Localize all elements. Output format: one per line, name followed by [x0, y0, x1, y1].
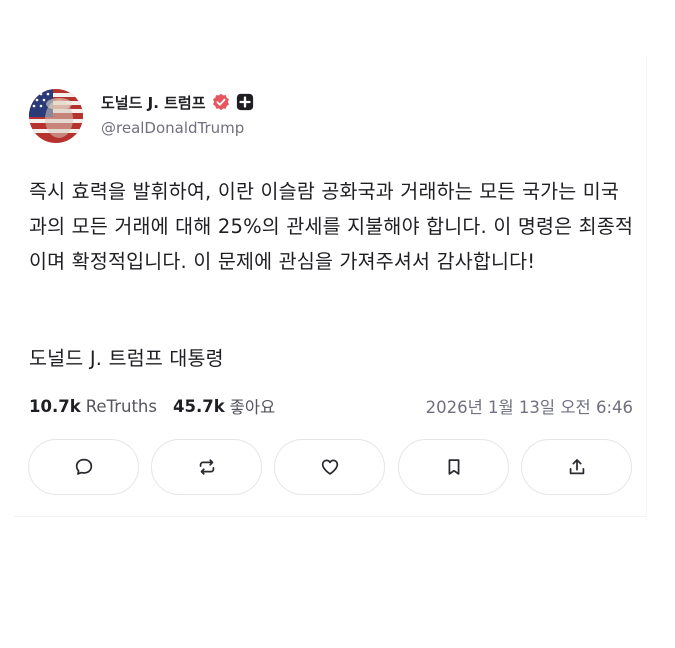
display-name[interactable]: 도널드 J. 트럼프: [101, 92, 206, 113]
post-stats: 10.7k ReTruths 45.7k 좋아요 2026년 1월 13일 오전…: [29, 394, 633, 418]
share-icon: [569, 459, 584, 475]
post-actions: [28, 439, 632, 497]
retruths-count[interactable]: 10.7k: [29, 397, 81, 416]
truth-plus-icon: [236, 93, 253, 111]
verified-badge-icon: [212, 93, 229, 111]
retruth-button[interactable]: [151, 439, 262, 495]
likes-count[interactable]: 45.7k: [173, 397, 225, 416]
bookmark-icon: [448, 459, 459, 475]
heart-icon: [321, 459, 338, 475]
retruth-icon: [199, 459, 214, 475]
author-name-row: 도널드 J. 트럼프: [101, 91, 254, 113]
share-button[interactable]: [521, 439, 632, 495]
reply-button[interactable]: [28, 439, 139, 495]
post-signature: 도널드 J. 트럼프 대통령: [29, 347, 224, 370]
likes-label[interactable]: 좋아요: [230, 394, 276, 418]
post-card: 도널드 J. 트럼프 @realDonaldTrump 즉시 효력을 발휘하여,…: [14, 56, 647, 517]
author-handle[interactable]: @realDonaldTrump: [101, 119, 244, 137]
avatar-image: [29, 89, 83, 143]
post-body: 즉시 효력을 발휘하여, 이란 이슬람 공화국과 거래하는 모든 국가는 미국과…: [29, 180, 634, 273]
comment-icon: [75, 458, 92, 475]
retruths-label[interactable]: ReTruths: [86, 397, 157, 416]
bookmark-button[interactable]: [398, 439, 509, 495]
post-timestamp: 2026년 1월 13일 오전 6:46: [425, 398, 633, 417]
like-button[interactable]: [274, 439, 385, 495]
avatar[interactable]: [29, 89, 83, 143]
